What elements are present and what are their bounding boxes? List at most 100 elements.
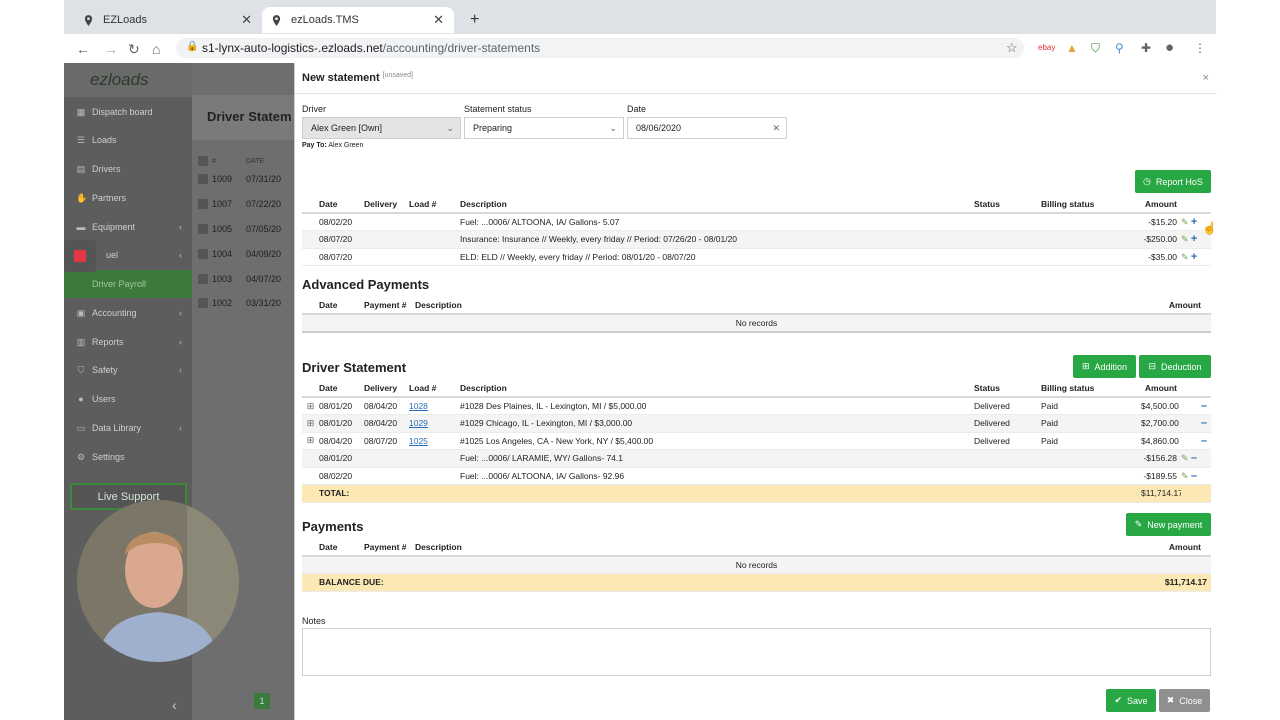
total-row: TOTAL: $11,714.17: [302, 484, 1211, 502]
table-row: 08/07/20 Insurance: Insurance // Weekly, …: [302, 230, 1211, 248]
new-tab-button[interactable]: +: [460, 7, 486, 33]
expand-icon[interactable]: ⊞: [302, 432, 319, 450]
minus-square-icon: ⊟: [1148, 361, 1156, 371]
sidebar-item-users[interactable]: ● Users: [64, 385, 192, 413]
driver-select[interactable]: Alex Green [Own] ⌄: [302, 117, 461, 139]
new-payment-button[interactable]: ✎ New payment: [1126, 513, 1211, 536]
edit-icon[interactable]: ✎: [1181, 453, 1189, 463]
bookmark-star-icon[interactable]: ☆: [1006, 40, 1018, 56]
sidebar-item-driver-payroll[interactable]: Driver Payroll: [64, 270, 192, 298]
save-button[interactable]: ✔ Save: [1106, 689, 1156, 712]
sidebar-item-drivers[interactable]: ▤ Drivers: [64, 155, 192, 183]
pagination-page[interactable]: 1: [254, 693, 270, 709]
unsaved-badge: [unsaved]: [382, 72, 413, 79]
expand-icon[interactable]: ⊞: [302, 397, 319, 415]
id-card-icon: ▤: [76, 163, 86, 174]
warning-extension-icon[interactable]: ▲: [1066, 41, 1078, 55]
remove-icon[interactable]: –: [1191, 452, 1197, 464]
sidebar-item-label: Dispatch board: [92, 107, 153, 117]
sidebar-item-reports[interactable]: ▥ Reports ‹: [64, 328, 192, 356]
sidebar-item-equipment[interactable]: ▬ Equipment ‹: [64, 213, 192, 241]
date-label: Date: [627, 104, 647, 114]
load-link[interactable]: 1029: [409, 418, 428, 428]
edit-icon[interactable]: ✎: [1181, 471, 1189, 481]
browser-tab-ezloads-tms[interactable]: ezLoads.TMS ✕: [262, 7, 454, 33]
profile-icon[interactable]: ●: [1165, 39, 1174, 56]
chevron-left-icon: ‹: [179, 337, 182, 347]
ebay-extension-icon[interactable]: ebay: [1038, 43, 1055, 52]
add-icon[interactable]: +: [1191, 233, 1197, 245]
sidebar-item-loads[interactable]: ☰ Loads: [64, 126, 192, 154]
background-row: 1007 07/22/20: [192, 193, 296, 215]
gear-icon: ⚙: [76, 451, 86, 462]
remove-icon[interactable]: –: [1191, 470, 1197, 482]
expand-icon[interactable]: ⊞: [302, 415, 319, 433]
remove-icon[interactable]: –: [1201, 435, 1207, 447]
edit-icon[interactable]: ✎: [1181, 252, 1189, 262]
remove-icon[interactable]: –: [1201, 417, 1207, 429]
background-page-title: Driver Statem: [192, 95, 296, 140]
addition-button[interactable]: ⊞ Addition: [1073, 355, 1136, 378]
shield-extension-icon[interactable]: ⛉: [1091, 41, 1100, 56]
load-link[interactable]: 1025: [409, 436, 428, 446]
chevron-left-icon: ‹: [179, 308, 182, 318]
advanced-payments-title: Advanced Payments: [302, 277, 430, 292]
book-icon: ▭: [76, 422, 86, 433]
load-link[interactable]: 1028: [409, 401, 428, 411]
close-tab-icon[interactable]: ✕: [433, 12, 444, 28]
home-icon[interactable]: ⌂: [152, 41, 160, 57]
browser-tab-ezloads[interactable]: EZLoads ✕: [74, 7, 262, 33]
report-hos-button[interactable]: ◷ Report HoS: [1135, 170, 1211, 193]
collapse-sidebar-icon[interactable]: ‹: [172, 697, 177, 713]
payments-table: Date Payment # Description Amount No record…: [302, 539, 1211, 592]
table-row: 08/02/20 Fuel: ...0006/ ALTOONA, IA/ Gall…: [302, 467, 1211, 485]
table-row: ⊞ 08/01/20 08/04/20 1029 #1029 Chicago, IL -…: [302, 414, 1211, 433]
remove-icon[interactable]: –: [1201, 400, 1207, 412]
check-icon: ✔: [1114, 695, 1123, 705]
add-icon[interactable]: +: [1191, 216, 1197, 228]
modal-header: New statement [unsaved] ×: [295, 63, 1217, 94]
new-statement-modal: New statement [unsaved] × Driver Alex Gre…: [294, 63, 1217, 720]
statement-status-select[interactable]: Preparing ⌄: [464, 117, 624, 139]
logo[interactable]: ezloads: [64, 63, 192, 97]
background-row: 1003 04/07/20: [192, 268, 296, 290]
close-button[interactable]: ✖ Close: [1159, 689, 1210, 712]
sidebar-item-settings[interactable]: ⚙ Settings: [64, 443, 192, 471]
sidebar-item-safety[interactable]: ⛉ Safety ‹: [64, 356, 192, 384]
sidebar-item-accounting[interactable]: ▣ Accounting ‹: [64, 299, 192, 327]
address-bar-row: ← → ↻ ⌂ 🔒 s1-lynx-auto-logistics-.ezload…: [64, 34, 1216, 63]
url-path: /accounting/driver-statements: [382, 41, 541, 55]
search-extension-icon[interactable]: ⚲: [1115, 41, 1124, 55]
sidebar-item-label: Data Library: [92, 423, 142, 433]
sidebar-item-dispatch-board[interactable]: ▦ Dispatch board: [64, 98, 192, 126]
edit-icon[interactable]: ✎: [1181, 217, 1189, 227]
driver-label: Driver: [302, 104, 326, 114]
background-row: 1002 03/31/20: [192, 292, 296, 314]
column-number: #: [212, 157, 216, 165]
url-host: s1-lynx-auto-logistics-.ezloads.net: [202, 41, 383, 55]
sidebar-item-data-library[interactable]: ▭ Data Library ‹: [64, 414, 192, 442]
close-icon[interactable]: ×: [1203, 72, 1209, 84]
notes-textarea[interactable]: [302, 628, 1211, 676]
forward-icon[interactable]: →: [104, 41, 118, 57]
chevron-left-icon: ‹: [179, 423, 182, 433]
sidebar-item-partners[interactable]: ✋ Partners: [64, 184, 192, 212]
add-icon[interactable]: +: [1191, 251, 1197, 263]
list-icon: ☰: [76, 134, 86, 145]
puzzle-extension-icon[interactable]: ✚: [1141, 41, 1151, 55]
advanced-payments-table: Date Payment # Description Amount No record…: [302, 297, 1211, 333]
clear-icon[interactable]: ✕: [772, 123, 780, 134]
table-row: 08/07/20 ELD: ELD // Weekly, every friday…: [302, 248, 1211, 266]
chevron-left-icon: ‹: [179, 250, 182, 260]
deduction-button[interactable]: ⊟ Deduction: [1139, 355, 1211, 378]
reload-icon[interactable]: ↻: [128, 41, 140, 58]
table-header-row: Date Delivery Load # Description Status Billi…: [302, 380, 1211, 397]
url-bar[interactable]: 🔒 s1-lynx-auto-logistics-.ezloads.net/ac…: [176, 38, 1024, 58]
date-input[interactable]: 08/06/2020 ✕: [627, 117, 787, 139]
record-indicator[interactable]: [64, 240, 96, 272]
edit-icon[interactable]: ✎: [1181, 234, 1189, 244]
back-icon[interactable]: ←: [76, 41, 90, 57]
close-tab-icon[interactable]: ✕: [241, 12, 252, 28]
webcam-overlay: [77, 500, 239, 662]
menu-dots-icon[interactable]: ⋮: [1194, 41, 1206, 55]
